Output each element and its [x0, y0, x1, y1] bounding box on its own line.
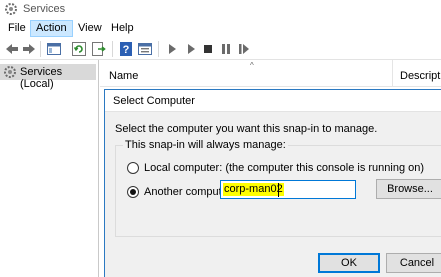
restart-icon[interactable] — [236, 41, 252, 57]
tree-item-services-local[interactable]: Services (Local) — [0, 64, 96, 90]
dialog-intro-text: Select the computer you want this snap-i… — [115, 123, 378, 135]
tree-item-label: Services (Local) — [20, 66, 63, 90]
back-arrow-icon[interactable] — [4, 41, 20, 57]
menu-view[interactable]: View — [73, 20, 107, 37]
console-tree: Services (Local) — [0, 60, 99, 277]
refresh-icon[interactable] — [71, 41, 87, 57]
list-header: ^ Name Descripti — [100, 60, 441, 87]
pause-icon[interactable] — [218, 41, 234, 57]
computer-name-value: corp-man02 — [223, 183, 284, 196]
show-hide-tree-icon[interactable] — [46, 41, 62, 57]
services-gear-icon — [4, 66, 16, 78]
another-computer-radio[interactable] — [127, 186, 139, 198]
play-icon[interactable] — [164, 41, 180, 57]
column-divider[interactable] — [392, 60, 393, 87]
export-list-icon[interactable] — [91, 41, 107, 57]
browse-button[interactable]: Browse... — [376, 179, 441, 199]
groupbox-label: This snap-in will always manage: — [123, 139, 288, 151]
text-caret — [278, 183, 279, 197]
play-alt-icon[interactable] — [183, 41, 199, 57]
select-computer-dialog: Select Computer Select the computer you … — [104, 89, 441, 277]
menu-action[interactable]: Action — [30, 20, 73, 37]
toolbar-separator — [112, 41, 113, 57]
forward-arrow-icon[interactable] — [21, 41, 37, 57]
toolbar-separator — [40, 41, 41, 57]
computer-name-input[interactable]: corp-man02 — [220, 180, 356, 199]
services-gear-icon — [5, 3, 17, 15]
column-header-name[interactable]: Name — [109, 70, 138, 82]
window-title: Services — [23, 3, 66, 15]
toolbar-separator — [158, 41, 159, 57]
column-header-description[interactable]: Descripti — [400, 70, 441, 82]
menu-help[interactable]: Help — [106, 20, 139, 37]
local-computer-label[interactable]: Local computer: (the computer this conso… — [144, 162, 424, 174]
local-computer-radio[interactable] — [127, 162, 139, 174]
menu-bar: File Action View Help — [0, 19, 441, 38]
ok-button[interactable]: OK — [318, 253, 380, 273]
stop-icon[interactable] — [200, 41, 216, 57]
dialog-titlebar: Select Computer — [105, 90, 441, 112]
help-icon[interactable]: ? — [118, 41, 134, 57]
menu-file[interactable]: File — [3, 20, 31, 37]
window-titlebar: Services — [0, 0, 441, 19]
sort-indicator-icon: ^ — [250, 61, 254, 70]
svg-text:?: ? — [123, 44, 130, 56]
cancel-button[interactable]: Cancel — [386, 253, 441, 273]
properties-icon[interactable] — [137, 41, 153, 57]
toolbar: ? — [0, 38, 441, 60]
dialog-title: Select Computer — [113, 95, 195, 107]
